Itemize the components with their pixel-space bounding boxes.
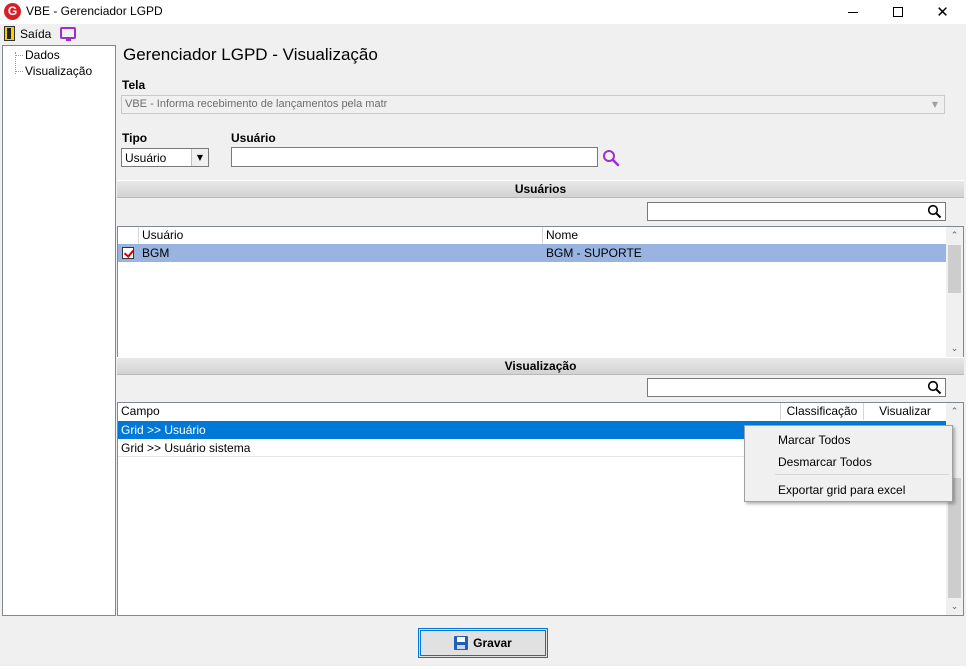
tree-item-dados[interactable]: Dados <box>25 48 60 62</box>
chevron-down-icon[interactable]: ⌄ <box>946 340 963 357</box>
close-icon: ✕ <box>936 2 949 21</box>
navigation-tree: Dados Visualização <box>2 45 116 616</box>
usuarios-scrollbar[interactable]: ⌃ ⌄ <box>946 227 963 357</box>
row-checkbox[interactable] <box>122 247 134 259</box>
menu-separator <box>775 474 949 475</box>
usuarios-grid: Usuário Nome BGM BGM - SUPORTE ⌃ ⌄ <box>117 226 964 358</box>
usuarios-grid-header: Usuário Nome <box>118 227 947 244</box>
page-title: Gerenciador LGPD - Visualização <box>123 45 378 64</box>
minimize-button[interactable] <box>830 0 875 24</box>
exit-button[interactable]: Saída <box>20 27 51 41</box>
search-user-icon[interactable] <box>602 149 620 167</box>
chevron-down-icon: ▼ <box>931 100 939 109</box>
chevron-down-icon[interactable]: ⌄ <box>946 598 963 615</box>
maximize-button[interactable] <box>875 0 920 24</box>
tipo-select[interactable]: Usuário ▼ <box>121 148 209 167</box>
tipo-select-value: Usuário <box>125 151 167 165</box>
menu-item-desmarcar-todos[interactable]: Desmarcar Todos <box>778 455 872 469</box>
usuarios-filter-input[interactable] <box>647 202 946 221</box>
cell-campo: Grid >> Usuário sistema <box>121 441 251 455</box>
context-menu: Marcar Todos Desmarcar Todos Exportar gr… <box>744 425 953 502</box>
col-visualizar[interactable]: Visualizar <box>864 403 947 420</box>
col-campo[interactable]: Campo <box>118 403 781 420</box>
search-icon[interactable] <box>927 380 942 395</box>
maximize-icon <box>892 7 903 17</box>
monitor-icon[interactable] <box>60 27 76 41</box>
tipo-label: Tipo <box>122 131 148 145</box>
close-button[interactable]: ✕ <box>920 0 965 24</box>
col-nome[interactable]: Nome <box>543 227 947 244</box>
toolbar: Saída <box>0 24 966 44</box>
col-usuario[interactable]: Usuário <box>139 227 543 244</box>
menu-item-marcar-todos[interactable]: Marcar Todos <box>778 433 850 447</box>
window-title: VBE - Gerenciador LGPD <box>26 4 163 18</box>
tela-label: Tela <box>122 78 146 92</box>
scrollbar-thumb[interactable] <box>948 245 961 293</box>
cell-usuario: BGM <box>142 246 170 260</box>
cell-nome: BGM - SUPORTE <box>546 246 642 260</box>
tree-item-visualizacao[interactable]: Visualização <box>25 64 92 78</box>
save-button-label: Gravar <box>473 636 512 650</box>
visualizacao-section-header: Visualização <box>117 357 964 375</box>
usuario-input[interactable] <box>231 147 598 167</box>
table-row[interactable]: BGM BGM - SUPORTE <box>118 244 947 262</box>
tela-select: VBE - Informa recebimento de lançamentos… <box>121 95 945 114</box>
app-logo-icon: G <box>4 3 21 20</box>
col-classificacao[interactable]: Classificação <box>781 403 864 420</box>
cell-campo: Grid >> Usuário <box>121 423 206 437</box>
chevron-up-icon[interactable]: ⌃ <box>946 227 963 244</box>
chevron-down-icon[interactable]: ▼ <box>191 149 208 166</box>
floppy-disk-icon <box>454 636 469 650</box>
visualizacao-grid-header: Campo Classificação Visualizar <box>118 403 947 420</box>
exit-door-icon[interactable] <box>4 26 15 41</box>
usuario-label: Usuário <box>231 131 276 145</box>
title-bar: G VBE - Gerenciador LGPD ✕ <box>0 0 966 24</box>
usuarios-section-header: Usuários <box>117 180 964 198</box>
chevron-up-icon[interactable]: ⌃ <box>946 403 963 420</box>
tela-select-value: VBE - Informa recebimento de lançamentos… <box>125 98 388 110</box>
menu-item-exportar-excel[interactable]: Exportar grid para excel <box>778 483 905 497</box>
minimize-icon <box>847 11 858 13</box>
visualizacao-filter-input[interactable] <box>647 378 946 397</box>
search-icon[interactable] <box>927 204 942 219</box>
save-button[interactable]: Gravar <box>418 628 548 658</box>
